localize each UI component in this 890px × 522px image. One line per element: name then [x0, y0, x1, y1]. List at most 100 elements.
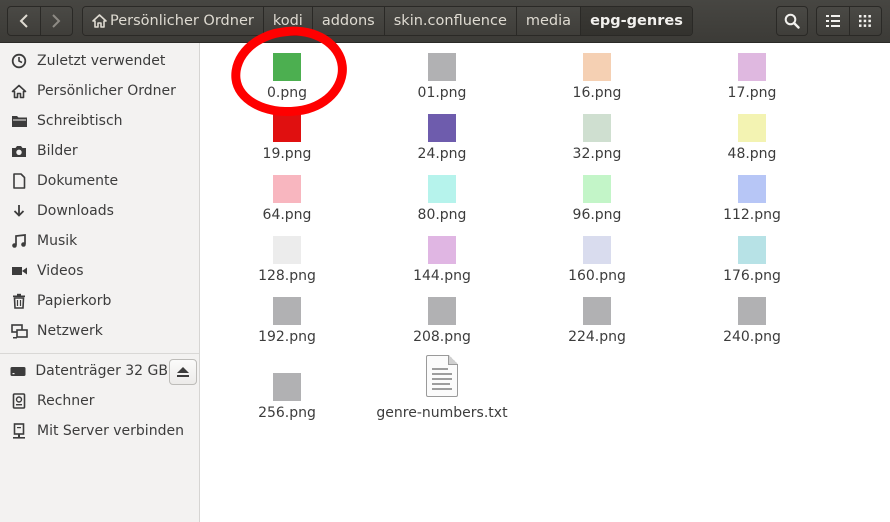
sidebar-item-downloads[interactable]: Downloads	[0, 196, 199, 226]
search-icon	[784, 13, 800, 29]
file-item[interactable]: 19.png	[212, 104, 362, 162]
file-item[interactable]: 256.png	[212, 363, 362, 421]
image-thumbnail	[738, 236, 766, 264]
file-item[interactable]: 80.png	[367, 165, 517, 223]
file-name: 160.png	[568, 268, 626, 284]
file-item[interactable]: 208.png	[367, 287, 517, 345]
sidebar-item-documents[interactable]: Dokumente	[0, 166, 199, 196]
sidebar-item-label: Rechner	[37, 393, 95, 409]
chevron-left-icon	[19, 14, 28, 28]
file-item[interactable]: 17.png	[677, 43, 827, 101]
file-name: genre-numbers.txt	[376, 405, 508, 421]
image-thumbnail	[583, 297, 611, 325]
sidebar-item-desktop[interactable]: Schreibtisch	[0, 106, 199, 136]
file-name: 96.png	[572, 207, 622, 223]
folder-icon	[10, 112, 28, 130]
file-name: 32.png	[572, 146, 622, 162]
sidebar-item-label: Persönlicher Ordner	[37, 83, 176, 99]
breadcrumb-epg-genres[interactable]: epg-genres	[580, 7, 692, 35]
file-name: 48.png	[727, 146, 777, 162]
document-icon	[10, 172, 28, 190]
sidebar-item-trash[interactable]: Papierkorb	[0, 286, 199, 316]
image-thumbnail	[273, 297, 301, 325]
file-name: 0.png	[266, 85, 307, 101]
file-item[interactable]: 128.png	[212, 226, 362, 284]
file-item[interactable]: 112.png	[677, 165, 827, 223]
file-item[interactable]: 240.png	[677, 287, 827, 345]
file-item[interactable]: 48.png	[677, 104, 827, 162]
file-item[interactable]: 96.png	[522, 165, 672, 223]
file-name: 256.png	[258, 405, 316, 421]
forward-button[interactable]	[39, 7, 72, 35]
grid-view-button[interactable]	[848, 7, 881, 35]
image-thumbnail	[583, 175, 611, 203]
video-icon	[10, 262, 28, 280]
file-item[interactable]: genre-numbers.txt	[367, 351, 517, 423]
sidebar-item-computer[interactable]: Rechner	[0, 386, 199, 416]
sidebar-item-label: Downloads	[37, 203, 114, 219]
file-name: 01.png	[417, 85, 467, 101]
file-name: 24.png	[417, 146, 467, 162]
list-view-button[interactable]	[817, 7, 849, 35]
file-name: 17.png	[727, 85, 777, 101]
image-thumbnail	[273, 114, 301, 142]
image-thumbnail	[738, 297, 766, 325]
file-item[interactable]: 64.png	[212, 165, 362, 223]
eject-button[interactable]	[169, 359, 197, 385]
sidebar-item-connect-server[interactable]: Mit Server verbinden	[0, 416, 199, 446]
image-thumbnail	[738, 114, 766, 142]
clock-icon	[10, 52, 28, 70]
sidebar-item-recent[interactable]: Zuletzt verwendet	[0, 46, 199, 76]
sidebar-item-music[interactable]: Musik	[0, 226, 199, 256]
navigation-buttons	[7, 6, 73, 36]
file-item[interactable]: 01.png	[367, 43, 517, 101]
view-switcher	[816, 6, 882, 36]
search-button[interactable]	[776, 6, 808, 36]
sidebar-item-label: Schreibtisch	[37, 113, 123, 129]
sidebar-item-pictures[interactable]: Bilder	[0, 136, 199, 166]
file-item[interactable]: 176.png	[677, 226, 827, 284]
breadcrumb-home[interactable]: Persönlicher Ordner	[83, 7, 263, 35]
file-name: 224.png	[568, 329, 626, 345]
file-name: 176.png	[723, 268, 781, 284]
home-icon	[92, 14, 107, 28]
file-item[interactable]: 192.png	[212, 287, 362, 345]
breadcrumb-kodi[interactable]: kodi	[262, 7, 312, 35]
sidebar-item-label: Videos	[37, 263, 84, 279]
home-icon	[10, 82, 28, 100]
sidebar-item-home[interactable]: Persönlicher Ordner	[0, 76, 199, 106]
breadcrumb-addons[interactable]: addons	[311, 7, 384, 35]
sidebar-item-drive[interactable]: Datenträger 32 GB	[0, 356, 168, 386]
file-item[interactable]: 160.png	[522, 226, 672, 284]
image-thumbnail	[428, 114, 456, 142]
sidebar-item-label: Zuletzt verwendet	[37, 53, 166, 69]
image-thumbnail	[428, 236, 456, 264]
file-item[interactable]: 0.png	[212, 43, 362, 101]
file-item[interactable]: 16.png	[522, 43, 672, 101]
breadcrumb-media[interactable]: media	[515, 7, 581, 35]
text-file-icon	[426, 355, 458, 397]
chevron-right-icon	[52, 14, 61, 28]
file-item[interactable]: 224.png	[522, 287, 672, 345]
file-item[interactable]: 144.png	[367, 226, 517, 284]
sidebar-item-network[interactable]: Netzwerk	[0, 316, 199, 346]
back-button[interactable]	[8, 7, 40, 35]
file-name: 16.png	[572, 85, 622, 101]
breadcrumb: Persönlicher Ordner kodi addons skin.con…	[82, 6, 693, 36]
sidebar-item-label: Musik	[37, 233, 78, 249]
file-item[interactable]: 32.png	[522, 104, 672, 162]
header-bar: Persönlicher Ordner kodi addons skin.con…	[0, 0, 890, 43]
file-name: 128.png	[258, 268, 316, 284]
sidebar-item-videos[interactable]: Videos	[0, 256, 199, 286]
file-item[interactable]: 24.png	[367, 104, 517, 162]
sidebar-item-label: Mit Server verbinden	[37, 423, 184, 439]
grid-view-icon	[859, 15, 872, 27]
sidebar-item-label: Bilder	[37, 143, 78, 159]
server-icon	[10, 422, 28, 440]
file-name: 208.png	[413, 329, 471, 345]
breadcrumb-skin-confluence[interactable]: skin.confluence	[383, 7, 516, 35]
sidebar-item-label: Netzwerk	[37, 323, 103, 339]
file-name: 80.png	[417, 207, 467, 223]
sidebar-divider	[0, 353, 199, 354]
image-thumbnail	[273, 236, 301, 264]
